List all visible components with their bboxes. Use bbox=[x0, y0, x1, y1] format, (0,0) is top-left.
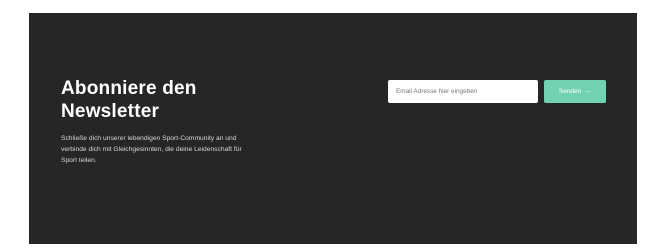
page: Abonniere den Newsletter Schließe dich u… bbox=[0, 0, 654, 250]
send-button-label: Senden bbox=[558, 88, 582, 95]
send-button[interactable]: Senden → bbox=[544, 80, 606, 103]
newsletter-description: Schließe dich unserer lebendigen Sport-C… bbox=[61, 135, 242, 164]
email-input[interactable] bbox=[388, 80, 538, 103]
arrow-right-icon: → bbox=[584, 88, 592, 95]
newsletter-title: Abonniere den Newsletter bbox=[61, 78, 197, 122]
newsletter-section: Abonniere den Newsletter Schließe dich u… bbox=[29, 13, 637, 244]
